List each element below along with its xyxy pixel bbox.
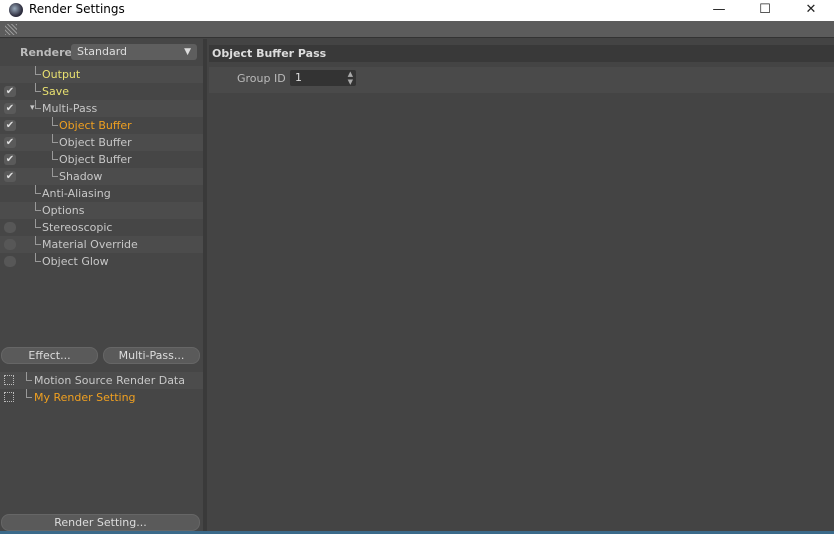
tree-line — [26, 389, 32, 398]
tree-line — [35, 83, 41, 92]
renderer-dropdown[interactable]: Standard ▼ — [71, 44, 197, 60]
tree-line — [52, 117, 58, 126]
render-setting-icon — [4, 392, 14, 402]
tree-item-label: Object Buffer — [59, 119, 132, 132]
tree-item-label: Object Buffer — [59, 136, 132, 149]
tree-item[interactable]: ✔ Object Buffer — [0, 117, 203, 134]
tree-item-label: Multi-Pass — [42, 102, 98, 115]
tree-item-label: Options — [42, 204, 85, 217]
tree-item[interactable]: ✔ Shadow — [0, 168, 203, 185]
group-id-value: 1 — [295, 71, 302, 84]
spinner-icon[interactable]: ▲ ▼ — [348, 70, 353, 86]
tree-item-label: Material Override — [42, 238, 138, 251]
maximize-button[interactable]: ☐ — [742, 0, 788, 21]
render-settings-list: Motion Source Render Data My Render Setti… — [0, 372, 203, 406]
tree-item[interactable]: ✔ Object Buffer — [0, 134, 203, 151]
tree-item-label: Object Buffer — [59, 153, 132, 166]
tree-line — [52, 151, 58, 160]
tree-line — [35, 185, 41, 194]
tree-item[interactable]: Options — [0, 202, 203, 219]
render-setting-label: My Render Setting — [34, 391, 136, 404]
tree-item[interactable]: ✔ Save — [0, 83, 203, 100]
checkbox-checked-icon[interactable]: ✔ — [4, 154, 16, 165]
tree-item-label: Stereoscopic — [42, 221, 113, 234]
tree-item[interactable]: ✔ Object Buffer — [0, 151, 203, 168]
tree-item[interactable]: Anti-Aliasing — [0, 185, 203, 202]
tree-item[interactable]: Stereoscopic — [0, 219, 203, 236]
render-setting-button[interactable]: Render Setting... — [1, 514, 200, 531]
tree-item-label: Object Glow — [42, 255, 109, 268]
tree-item[interactable]: Object Glow — [0, 253, 203, 270]
tree-line — [35, 66, 41, 75]
app-logo-icon — [9, 3, 23, 17]
tree-line — [35, 100, 41, 109]
left-panel: Renderer Standard ▼ Output ✔ Save ✔ ▾ Multi-Pa… — [0, 39, 203, 531]
checkbox-icon[interactable] — [4, 222, 16, 233]
checkbox-checked-icon[interactable]: ✔ — [4, 137, 16, 148]
tree-line — [35, 236, 41, 245]
tree-item-label: Output — [42, 68, 81, 81]
render-setting-item[interactable]: My Render Setting — [0, 389, 203, 406]
tree-item-label: Save — [42, 85, 70, 98]
minimize-button[interactable]: — — [696, 0, 742, 21]
checkbox-icon[interactable] — [4, 239, 16, 250]
render-setting-icon — [4, 375, 14, 385]
tree-item[interactable]: Material Override — [0, 236, 203, 253]
group-id-row: Group ID 1 ▲ ▼ — [209, 67, 834, 93]
checkbox-checked-icon[interactable]: ✔ — [4, 120, 16, 131]
panel-title: Object Buffer Pass — [209, 45, 834, 62]
tree-item-label: Shadow — [59, 170, 103, 183]
tree-item[interactable]: ✔ ▾ Multi-Pass — [0, 100, 203, 117]
multipass-button[interactable]: Multi-Pass... — [103, 347, 200, 364]
chevron-down-icon: ▼ — [184, 47, 191, 57]
window-title: Render Settings — [29, 2, 125, 16]
renderer-label: Renderer — [20, 46, 78, 59]
checkbox-checked-icon[interactable]: ✔ — [4, 103, 16, 114]
group-id-input[interactable]: 1 ▲ ▼ — [290, 70, 356, 86]
effect-button[interactable]: Effect... — [1, 347, 98, 364]
checkbox-icon[interactable] — [4, 256, 16, 267]
tree-line — [35, 253, 41, 262]
checkbox-checked-icon[interactable]: ✔ — [4, 171, 16, 182]
checkbox-checked-icon[interactable]: ✔ — [4, 86, 16, 97]
tree-line — [35, 202, 41, 211]
title-bar: Render Settings — ☐ ✕ — [0, 0, 834, 21]
grip-icon[interactable] — [5, 24, 17, 35]
tree-line — [52, 168, 58, 177]
tree-line — [26, 372, 32, 381]
renderer-value: Standard — [77, 45, 128, 58]
tree-item-label: Anti-Aliasing — [42, 187, 111, 200]
tree-line — [52, 134, 58, 143]
tree-item[interactable]: Output — [0, 66, 203, 83]
render-setting-item[interactable]: Motion Source Render Data — [0, 372, 203, 389]
render-setting-label: Motion Source Render Data — [34, 374, 185, 387]
renderer-row: Renderer Standard ▼ — [0, 43, 203, 61]
attributes-panel: Object Buffer Pass Group ID 1 ▲ ▼ — [207, 39, 834, 531]
close-button[interactable]: ✕ — [788, 0, 834, 21]
tree-line — [35, 219, 41, 228]
group-id-label: Group ID — [237, 72, 286, 85]
toolbar — [0, 21, 834, 38]
expand-arrow-icon[interactable]: ▾ — [30, 100, 35, 117]
settings-tree: Output ✔ Save ✔ ▾ Multi-Pass ✔ Object Buffer ✔ Ob… — [0, 66, 203, 270]
